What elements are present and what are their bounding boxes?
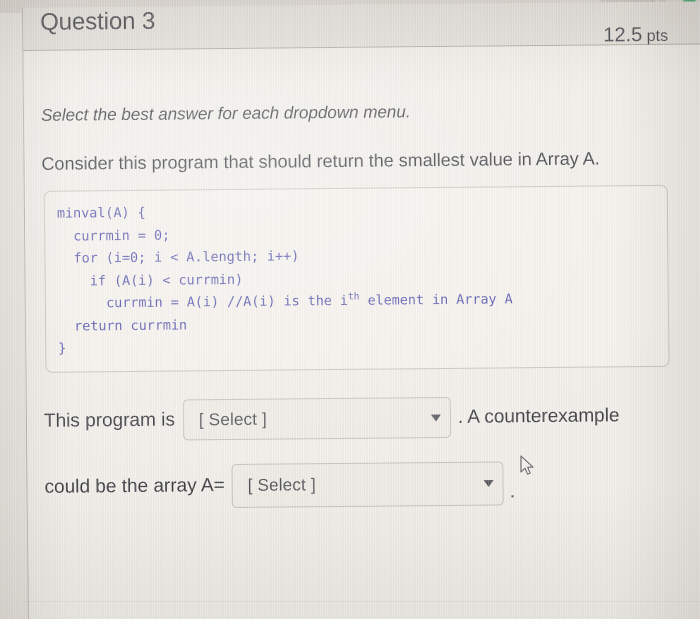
code-line-head: currmin = A(i) //A(i) is the i (57, 293, 349, 312)
answer-1-lead-text: This program is (43, 409, 175, 432)
points-unit: pts (642, 27, 669, 46)
answer-2-lead-text: could be the array A= (44, 475, 225, 498)
prompt-text: Consider this program that should return… (41, 148, 600, 174)
dropdown-program-is-value: [ Select ] (198, 409, 268, 429)
question-points: 12.5 pts (603, 24, 668, 48)
dropdown-array-a[interactable]: [ Select ] (231, 461, 504, 509)
answer-row-1: This program is [ Select ] . A counterex… (44, 395, 620, 442)
page-rule (22, 601, 700, 602)
instruction-text: Select the best answer for each dropdown… (40, 102, 411, 125)
code-line-tail: element in Array A (359, 292, 513, 309)
question-card: Question 3 12.5 pts Select the best answ… (22, 1, 700, 619)
points-value: 12.5 (603, 24, 643, 47)
answer-row-2: could be the array A= [ Select ] . (44, 461, 515, 510)
code-block: minval(A) { currmin = 0; for (i=0; i < A… (43, 184, 670, 373)
dropdown-array-a-value: [ Select ] (247, 475, 316, 495)
mouse-cursor-icon (520, 455, 534, 475)
photographed-screen: Homework 6 Question 3 12.5 pts Select th… (0, 0, 700, 619)
superscript-th: th (347, 291, 360, 303)
question-body: Select the best answer for each dropdown… (23, 44, 700, 619)
chevron-down-icon (430, 413, 441, 422)
question-title: Question 3 (40, 7, 156, 36)
answer-1-tail-text: . A counterexample (457, 404, 620, 428)
dropdown-program-is[interactable]: [ Select ] (182, 396, 452, 441)
chevron-down-icon (483, 479, 494, 488)
answer-2-tail-text: . (509, 481, 516, 503)
question-header: Question 3 12.5 pts (22, 1, 700, 51)
